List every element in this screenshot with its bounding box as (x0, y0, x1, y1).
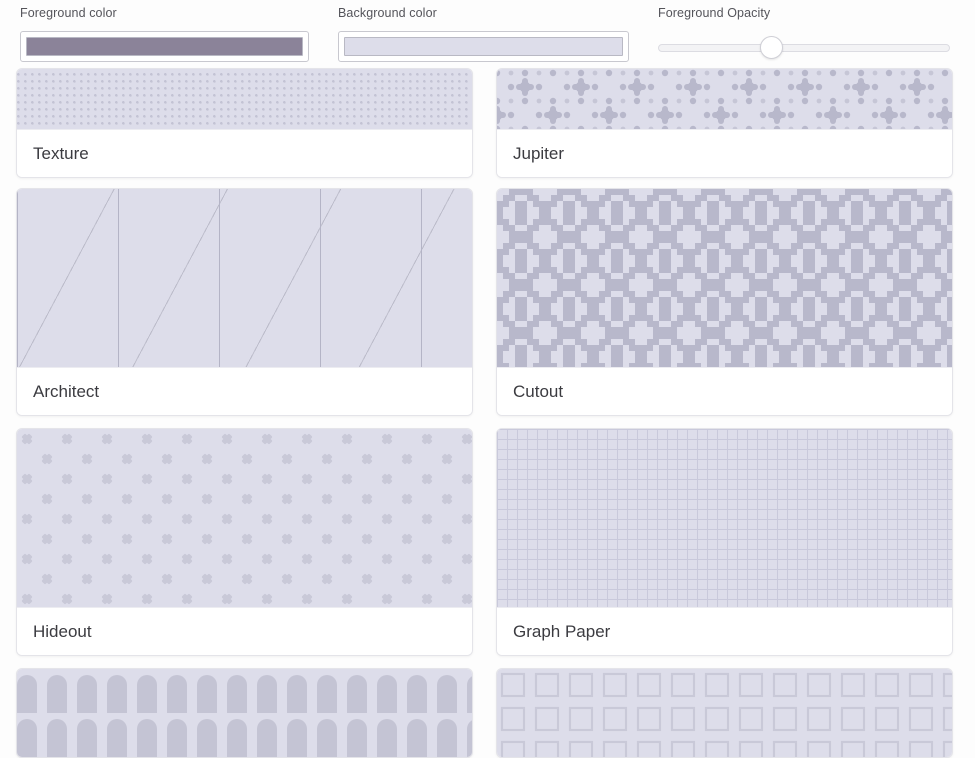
pattern-card[interactable]: Jupiter (496, 68, 953, 178)
background-color-swatch[interactable] (344, 37, 623, 56)
pattern-preview[interactable] (497, 189, 952, 367)
pattern-card[interactable]: Texture (16, 68, 473, 178)
pattern-card[interactable]: Architect (16, 188, 473, 416)
pattern-card-label: Jupiter (497, 129, 952, 177)
background-color-label: Background color (338, 6, 437, 20)
foreground-color-input[interactable] (20, 31, 309, 62)
foreground-opacity-slider[interactable] (658, 36, 950, 59)
slider-thumb[interactable] (760, 36, 783, 59)
foreground-opacity-label: Foreground Opacity (658, 6, 771, 20)
pattern-card[interactable]: Hideout (16, 428, 473, 656)
pattern-card-label: Graph Paper (497, 607, 952, 655)
pattern-card-label: Hideout (17, 607, 472, 655)
foreground-color-swatch[interactable] (26, 37, 303, 56)
pattern-preview[interactable] (17, 429, 472, 607)
foreground-color-label: Foreground color (20, 6, 117, 20)
background-color-input[interactable] (338, 31, 629, 62)
pattern-card-label: Cutout (497, 367, 952, 415)
pattern-card-label: Texture (17, 129, 472, 177)
pattern-grid: Texture Jupiter Architect Cutout Hideout Grap… (0, 68, 975, 758)
slider-track[interactable] (658, 44, 950, 52)
pattern-card[interactable]: Cutout (496, 188, 953, 416)
pattern-preview[interactable] (497, 429, 952, 607)
pattern-card[interactable] (16, 668, 473, 758)
pattern-card[interactable] (496, 668, 953, 758)
pattern-card[interactable]: Graph Paper (496, 428, 953, 656)
pattern-preview[interactable] (17, 669, 472, 757)
pattern-preview[interactable] (497, 69, 952, 129)
pattern-preview[interactable] (497, 669, 952, 757)
pattern-preview[interactable] (17, 69, 472, 129)
pattern-card-label: Architect (17, 367, 472, 415)
pattern-preview[interactable] (17, 189, 472, 367)
pattern-controls-toolbar: Foreground color Background color Foregr… (0, 0, 975, 75)
